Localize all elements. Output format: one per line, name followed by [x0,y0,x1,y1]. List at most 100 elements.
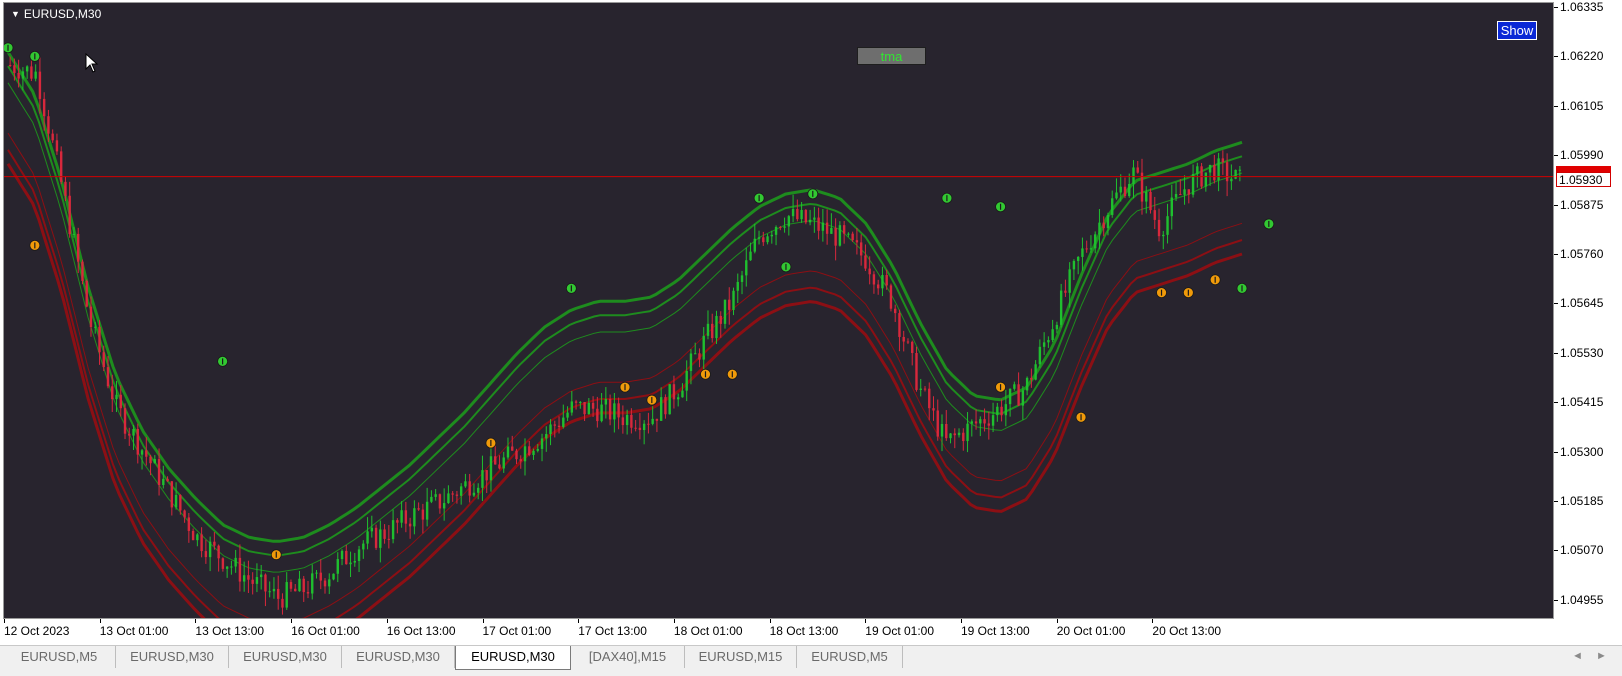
time-label: 20 Oct 13:00 [1152,624,1222,638]
candle-body [889,285,893,309]
time-label: 20 Oct 01:00 [1056,624,1126,638]
candle-body [294,588,297,592]
candle-body [1059,290,1063,325]
candle-body [1187,189,1191,195]
time-tick [482,619,484,623]
candle-body [1000,406,1003,416]
candle-body [77,233,80,262]
time-tick [1056,619,1058,623]
candle-body [579,402,582,404]
chart-tab-7[interactable]: EURUSD,M15 [685,646,797,668]
candle-body [1072,260,1076,270]
chart-tab-8[interactable]: EURUSD,M5 [797,646,903,668]
candle-body [298,578,301,592]
candle-body [132,428,135,436]
candle-body [519,459,522,462]
candle-body [834,227,837,246]
scroll-left-icon[interactable]: ◄ [1572,650,1583,662]
dropdown-triangle-icon[interactable]: ▼ [11,9,20,19]
candle-body [566,412,569,418]
candle-body [953,433,956,436]
chart-tab-6[interactable]: [DAX40],M15 [571,646,685,668]
candle-body [996,406,999,416]
price-label: 1.05415 [1560,395,1604,410]
candle-body [1021,390,1025,406]
candle-body [851,233,854,241]
candle-body [183,510,186,518]
candle-body [481,470,484,488]
chart-tab-4[interactable]: EURUSD,M30 [342,646,455,668]
candle-body [370,527,374,532]
price-tick [1554,204,1558,206]
candle-body [264,574,267,592]
chart-tab-1[interactable]: EURUSD,M5 [3,646,116,668]
price-chart[interactable] [4,3,1553,618]
price-label: 1.06335 [1560,0,1604,14]
chart-tab-2[interactable]: EURUSD,M30 [116,646,229,668]
candle-body [268,591,271,593]
chart-tab-bar: EURUSD,M5 EURUSD,M30 EURUSD,M30 EURUSD,M30 E… [0,645,1622,676]
candle-body [425,501,429,520]
candle-body [430,496,433,502]
candle-body [991,415,995,426]
candle-body [945,423,948,439]
price-tick [1554,451,1558,453]
candle-body [949,433,952,439]
candle-body [145,450,148,457]
candle-body [591,402,595,409]
candle-body [38,71,42,99]
candle-body [1013,384,1016,389]
candle-body [621,417,625,426]
candle-body [1051,329,1054,341]
candle-body [438,494,442,509]
candle-body [676,397,680,400]
scroll-right-icon[interactable]: ► [1596,650,1607,662]
price-tick [1554,501,1558,502]
candle-body [830,227,833,234]
candle-body [472,492,476,496]
candle-body [106,367,110,387]
candle-body [919,388,922,390]
candle-body [349,562,352,565]
chart-tab-5[interactable]: EURUSD,M30 [455,646,571,670]
upper-band-mid [7,65,1243,557]
candle-body [21,71,25,79]
candle-body [115,394,118,400]
candle-body [315,572,318,574]
candle-body [136,428,139,455]
symbol-title[interactable]: ▼ EURUSD,M30 [11,7,101,21]
candle-body [625,414,629,426]
time-tick [769,619,771,623]
candle-body [706,323,710,336]
time-tick [195,619,197,623]
candle-body [247,575,250,580]
chart-tab-3[interactable]: EURUSD,M30 [229,646,342,668]
chart-window: ▼ EURUSD,M30 tma Show 1.06335 1.06220 1.06… [0,0,1622,645]
candle-body [732,290,735,310]
candle-body [1128,183,1131,197]
candle-body [17,72,20,79]
price-tick [1554,7,1558,8]
candle-body [1123,186,1127,197]
candle-body [651,418,654,424]
candle-body [574,401,578,403]
candle-body [1230,178,1233,182]
candle-body [162,478,165,486]
candle-body [808,219,812,223]
candle-body [221,558,225,569]
candle-body [813,217,816,220]
show-button[interactable]: Show [1497,21,1537,40]
time-tick [673,619,675,623]
candle-body [923,388,927,390]
tma-button[interactable]: tma [857,47,926,65]
chart-area[interactable]: ▼ EURUSD,M30 tma Show [3,2,1554,619]
candle-body [821,222,825,231]
price-tick [1554,105,1558,107]
time-label: 17 Oct 13:00 [578,624,647,638]
price-tick [1554,303,1558,305]
candle-body [936,410,939,437]
candle-body [545,434,548,439]
candle-body [123,408,127,434]
time-axis: 12 Oct 2023 13 Oct 01:00 13 Oct 13:00 16 Oc… [0,619,1554,643]
candle-body [770,234,774,237]
